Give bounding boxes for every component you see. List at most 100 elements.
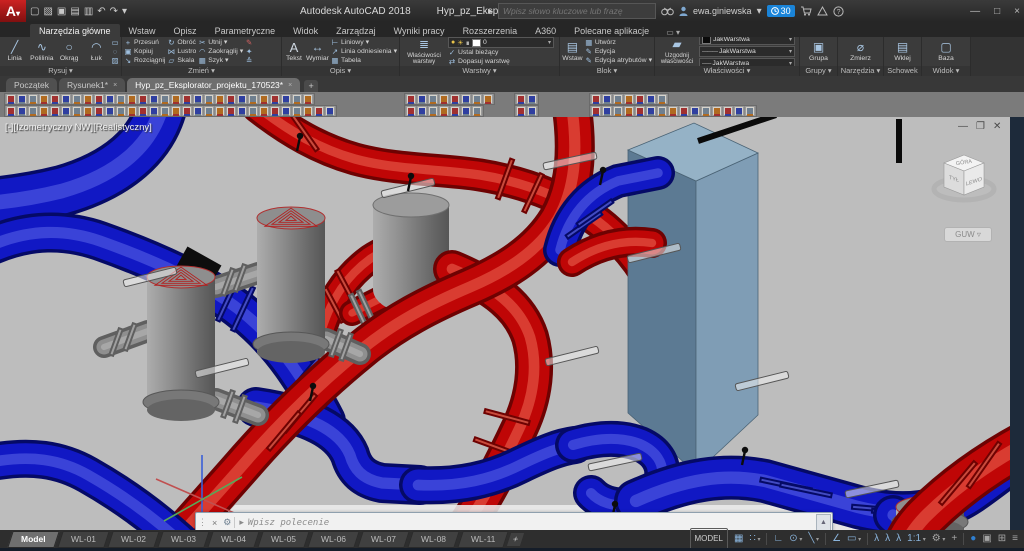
customization-icon[interactable]: ≡: [1012, 530, 1018, 548]
tool-baza[interactable]: ▢Baza: [933, 41, 960, 63]
toolbar-icon[interactable]: [171, 106, 181, 116]
toolbar-icon[interactable]: [472, 106, 482, 116]
rectangle-icon[interactable]: ▭: [111, 39, 119, 47]
snap-icon[interactable]: ∷ ▾: [749, 530, 760, 549]
toolbar-icon[interactable]: [690, 106, 700, 116]
osnap-icon[interactable]: ╲ ▾: [808, 530, 819, 549]
panel-label-schowek[interactable]: Schowek: [884, 66, 921, 76]
graphics-performance-icon[interactable]: ●: [970, 530, 976, 548]
toolbar-icon[interactable]: [439, 106, 449, 116]
toolbar-icon[interactable]: [406, 94, 416, 104]
viewport-controls-label[interactable]: [-][Izometryczny NW][Realistyczny]: [5, 122, 152, 133]
toolbar-icon[interactable]: [50, 106, 60, 116]
toolbar-icon[interactable]: [461, 106, 471, 116]
toolbar-icon[interactable]: [325, 106, 335, 116]
toolbar-icon[interactable]: [204, 94, 214, 104]
tool-luk[interactable]: ◠Łuk: [84, 41, 109, 63]
toolbar-icon[interactable]: [17, 106, 27, 116]
ribbon-tab-wyniki-pracy[interactable]: Wyniki pracy: [385, 24, 454, 37]
command-grip-icon[interactable]: ⋮: [196, 517, 209, 528]
erase-icon[interactable]: ✎: [245, 39, 253, 47]
toolbar-icon[interactable]: [160, 94, 170, 104]
ucs-selector-button[interactable]: GUW ▿: [944, 227, 992, 242]
grid-icon[interactable]: ▦: [734, 530, 743, 548]
toolbar-icon[interactable]: [127, 94, 137, 104]
autoscale-icon[interactable]: λ: [885, 530, 890, 548]
app-menu-button[interactable]: A▾: [0, 0, 26, 22]
toolbar-icon[interactable]: [428, 106, 438, 116]
tool-zaokraglij[interactable]: ◠Zaokrąglij ▾: [198, 48, 243, 56]
toolbar-icon[interactable]: [303, 94, 313, 104]
tray-plus-icon[interactable]: +: [951, 530, 957, 548]
ribbon-tab-zarządzaj[interactable]: Zarządzaj: [327, 24, 385, 37]
save-icon[interactable]: ▣: [57, 6, 66, 17]
toolbar-icon[interactable]: [72, 94, 82, 104]
toolbar-icon[interactable]: [624, 94, 634, 104]
toolbar-icon[interactable]: [734, 106, 744, 116]
toolbar-icon[interactable]: [303, 106, 313, 116]
toolbar-icon[interactable]: [28, 94, 38, 104]
tool-okrag[interactable]: ○Okrąg: [57, 41, 82, 63]
save-as-icon[interactable]: ▤: [70, 6, 79, 17]
layout-tab-wl-11[interactable]: WL-11: [457, 531, 509, 548]
toolbar-icon[interactable]: [94, 94, 104, 104]
tool-linia-odniesienia[interactable]: ↗Linia odniesienia ▾: [331, 48, 397, 56]
tool-utnij[interactable]: ✂Utnij ▾: [198, 39, 243, 47]
sleeve-annotation[interactable]: [545, 346, 599, 366]
toolbar-icon[interactable]: [646, 106, 656, 116]
toolbar-icon[interactable]: [591, 106, 601, 116]
tool-zmierz[interactable]: ⌀Zmierz: [847, 41, 874, 63]
layout-tab-wl-08[interactable]: WL-08: [407, 531, 460, 548]
toolbar-icon[interactable]: [701, 106, 711, 116]
help-icon[interactable]: ?: [833, 6, 844, 17]
minimize-icon[interactable]: —: [970, 6, 980, 17]
toolbar-icon[interactable]: [406, 106, 416, 116]
toolbar-icon[interactable]: [83, 94, 93, 104]
toolbar-icon[interactable]: [94, 106, 104, 116]
tool-przesun[interactable]: +Przesuń: [124, 39, 165, 47]
toolbar-icon[interactable]: [613, 94, 623, 104]
tool-edycja-atrybutow[interactable]: ✎Edycja atrybutów ▾: [585, 57, 652, 65]
ortho-icon[interactable]: ∟: [773, 530, 783, 548]
binoculars-icon[interactable]: [661, 6, 674, 16]
panel-label-opis[interactable]: Opis ▾: [282, 66, 399, 76]
layout-tab-wl-03[interactable]: WL-03: [157, 531, 210, 548]
dynamic-input-icon[interactable]: ▭ ▾: [847, 530, 861, 549]
toolbar-icon[interactable]: [61, 106, 71, 116]
tool-wlasciwosci-warstwy[interactable]: ≣ Właściwości warstwy: [402, 38, 446, 65]
toolbar-icon[interactable]: [61, 94, 71, 104]
ribbon-tab-polecane-aplikacje[interactable]: Polecane aplikacje: [565, 24, 658, 37]
toolbar-icon[interactable]: [149, 94, 159, 104]
toolbar-icon[interactable]: [50, 94, 60, 104]
tool-kopiuj[interactable]: ▣Kopiuj: [124, 48, 165, 56]
toolbar-icon[interactable]: [613, 106, 623, 116]
lineweight-combo[interactable]: ———JakWarstwa▾: [699, 46, 795, 57]
toolbar-icon[interactable]: [624, 106, 634, 116]
file-tab-hyp-pz-eksplorator-projektu-170523-[interactable]: Hyp_pz_Eksplorator_projektu_170523*×: [127, 78, 300, 92]
maximize-icon[interactable]: □: [994, 6, 1000, 17]
toolbar-icon[interactable]: [527, 106, 537, 116]
tool-skala[interactable]: ▱Skala: [167, 57, 196, 65]
toolbar-icon[interactable]: [28, 106, 38, 116]
ribbon-tab-narzędzia-główne[interactable]: Narzędzia główne: [30, 24, 120, 37]
tool-tabela[interactable]: ▦Tabela: [331, 57, 397, 65]
toolbar-icon[interactable]: [281, 106, 291, 116]
cart-icon[interactable]: [800, 6, 812, 16]
signed-in-user[interactable]: ewa.giniewska: [693, 6, 752, 16]
command-close-icon[interactable]: ×: [209, 518, 220, 528]
toolbar-icon[interactable]: [723, 106, 733, 116]
tool-polilinia[interactable]: ∿Polilinia: [29, 41, 54, 63]
toolbar-icon[interactable]: [17, 94, 27, 104]
toolbar-icon[interactable]: [171, 94, 181, 104]
panel-label-zmien[interactable]: Zmień ▾: [122, 66, 281, 76]
toolbar-icon[interactable]: [657, 106, 667, 116]
tool-linia[interactable]: ╱Linia: [2, 41, 27, 63]
toolbar-icon[interactable]: [259, 94, 269, 104]
toolbar-icon[interactable]: [237, 106, 247, 116]
layout-tab-wl-04[interactable]: WL-04: [207, 531, 260, 548]
ribbon-tab-widok[interactable]: Widok: [284, 24, 327, 37]
black-pipe-diagonal[interactable]: [698, 117, 776, 141]
toolbar-icon[interactable]: [248, 106, 258, 116]
panel-label-blok[interactable]: Blok ▾: [560, 66, 654, 76]
ribbon-display-toggle-icon[interactable]: ▭ ▾: [666, 28, 680, 37]
